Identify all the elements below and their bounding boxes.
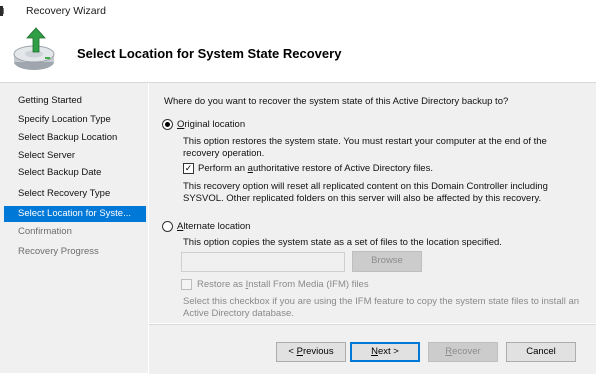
wizard-header: Select Location for System State Recover… xyxy=(0,22,596,83)
alternate-location-radio[interactable] xyxy=(162,221,173,232)
authoritative-note-cont: SYSVOL. Other replicated folders on this… xyxy=(183,193,542,204)
authoritative-restore-checkbox[interactable]: ✓ xyxy=(183,163,194,174)
ifm-note-cont: Active Directory database. xyxy=(183,308,294,319)
checkmark-icon: ✓ xyxy=(184,163,193,173)
step-select-server: Select Server xyxy=(18,150,76,161)
alternate-location-description: This option copies the system state as a… xyxy=(183,237,502,248)
wizard-steps-sidebar: Getting Started Specify Location Type Se… xyxy=(0,83,148,373)
step-select-backup-date: Select Backup Date xyxy=(18,167,102,178)
step-confirmation: Confirmation xyxy=(18,226,72,237)
authoritative-restore-label[interactable]: Perform an authoritative restore of Acti… xyxy=(198,163,433,174)
ifm-label[interactable]: Restore as Install From Media (IFM) file… xyxy=(197,279,369,290)
app-icon xyxy=(0,6,4,16)
cancel-button[interactable]: Cancel xyxy=(506,342,576,362)
browse-button[interactable]: Browse xyxy=(352,251,422,272)
recover-button[interactable]: Recover xyxy=(428,342,498,362)
next-button[interactable]: Next > xyxy=(350,342,420,362)
authoritative-note: This recovery option will reset all repl… xyxy=(183,181,548,192)
previous-button[interactable]: < Previous xyxy=(276,342,346,362)
ifm-checkbox[interactable] xyxy=(181,279,192,290)
original-location-description-cont: recovery operation. xyxy=(183,148,265,159)
original-location-radio[interactable] xyxy=(162,119,173,130)
window-title: Recovery Wizard xyxy=(26,5,106,17)
question-text: Where do you want to recover the system … xyxy=(164,96,509,107)
ifm-note: Select this checkbox if you are using th… xyxy=(183,296,580,307)
step-select-recovery-type: Select Recovery Type xyxy=(18,188,111,199)
step-select-location-current: Select Location for Syste... xyxy=(4,206,146,222)
step-recovery-progress: Recovery Progress xyxy=(18,246,99,257)
step-specify-location-type: Specify Location Type xyxy=(18,114,111,125)
alternate-path-input[interactable] xyxy=(181,252,345,272)
step-select-backup-location: Select Backup Location xyxy=(18,132,118,143)
title-bar: Recovery Wizard xyxy=(0,0,596,22)
step-getting-started: Getting Started xyxy=(18,95,82,106)
backup-restore-icon xyxy=(13,27,55,70)
original-location-description: This option restores the system state. Y… xyxy=(183,136,547,147)
alternate-location-label[interactable]: Alternate location xyxy=(177,221,250,232)
page-heading: Select Location for System State Recover… xyxy=(77,46,342,61)
original-location-label[interactable]: Original location xyxy=(177,119,245,130)
